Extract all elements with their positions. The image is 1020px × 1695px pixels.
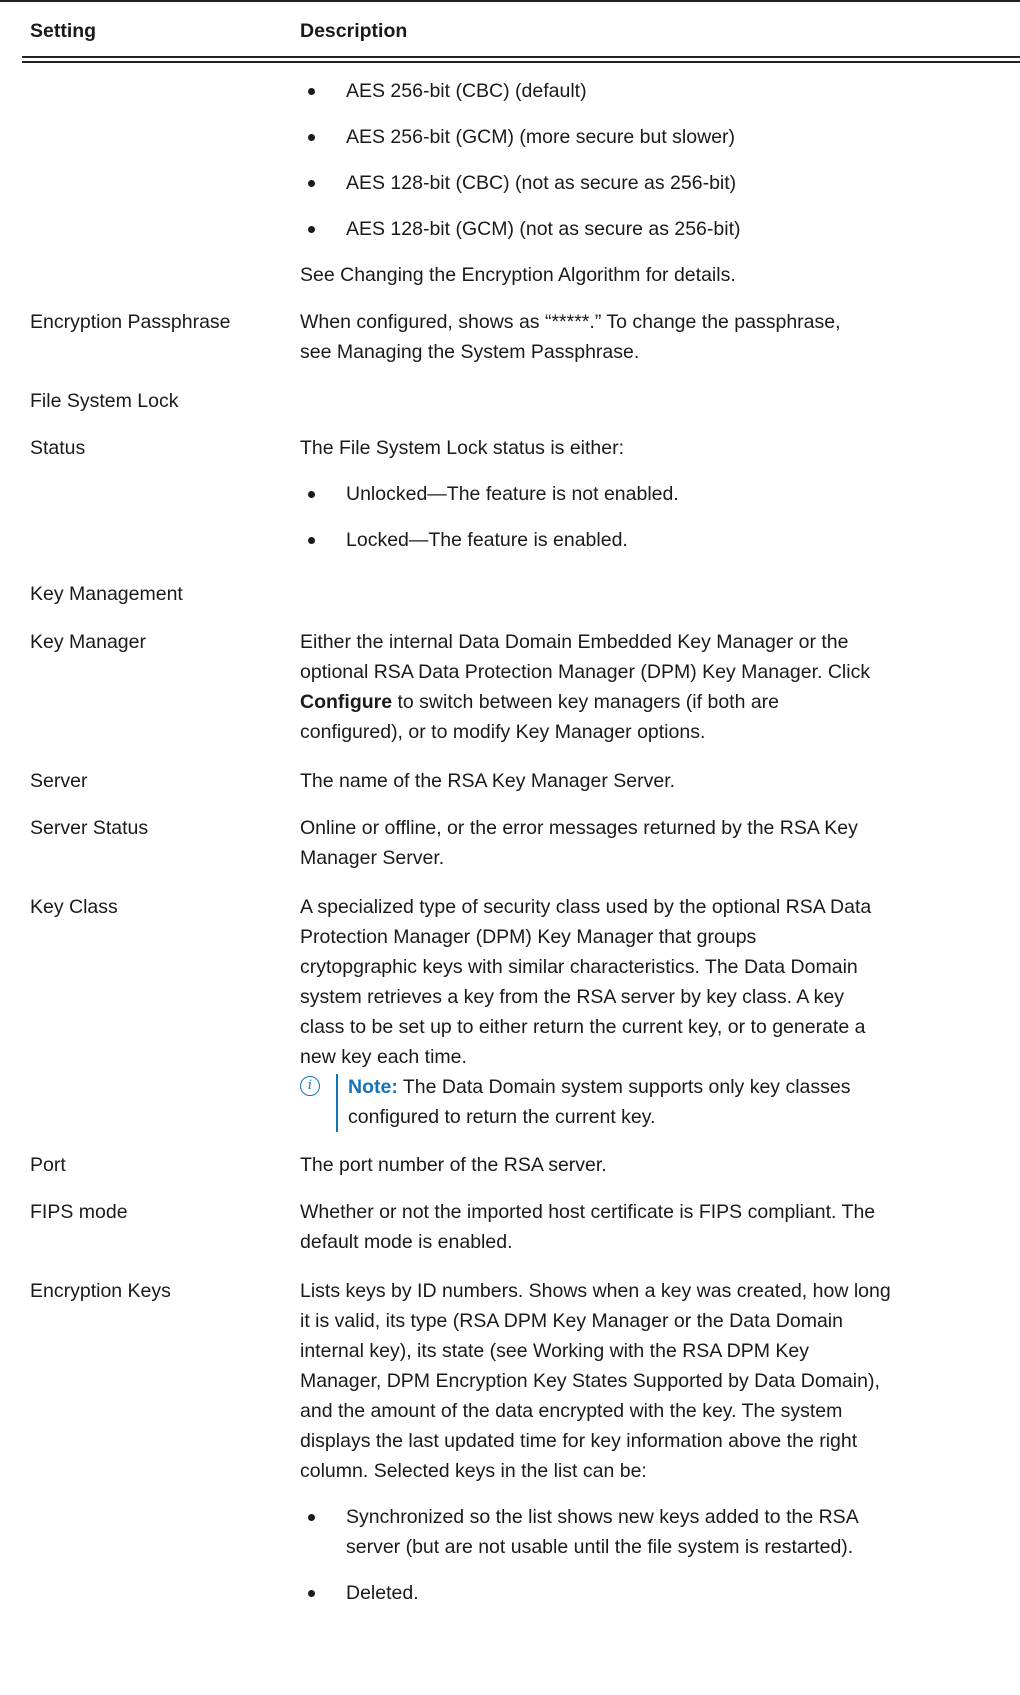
- description-cell: AES 256-bit (CBC) (default) AES 256-bit …: [300, 76, 1015, 290]
- setting-label: Encryption Keys: [30, 1280, 171, 1302]
- list-item: Locked—The feature is enabled.: [300, 525, 1015, 555]
- description-cell: The name of the RSA Key Manager Server.: [300, 766, 1015, 796]
- description-text: displays the last updated time for key i…: [300, 1430, 858, 1452]
- description-text: A specialized type of security class use…: [300, 896, 872, 918]
- note-bar: [336, 1074, 338, 1132]
- key-actions-list: Synchronized so the list shows new keys …: [300, 1502, 1015, 1608]
- description-text: internal key), its state (see Working wi…: [300, 1340, 809, 1362]
- description-text: Whether or not the imported host certifi…: [300, 1201, 876, 1223]
- list-item-text: server (but are not usable until the fil…: [346, 1536, 854, 1558]
- description-text: See Changing the Encryption Algorithm fo…: [300, 264, 736, 286]
- setting-label: Key Manager: [30, 631, 146, 653]
- note-text-line: The Data Domain system supports only key…: [397, 1076, 851, 1098]
- list-item: Deleted.: [300, 1578, 1015, 1608]
- list-item: Synchronized so the list shows new keys …: [300, 1502, 1015, 1578]
- description-text: default mode is enabled.: [300, 1231, 513, 1253]
- description-cell: The port number of the RSA server.: [300, 1150, 1015, 1180]
- description-text: Configure to switch between key managers…: [300, 687, 1015, 717]
- description-text: new key each time.: [300, 1046, 467, 1068]
- description-text: When configured, shows as “*****.” To ch…: [300, 311, 841, 333]
- description-text: Protection Manager (DPM) Key Manager tha…: [300, 926, 757, 948]
- description-text: optional RSA Data Protection Manager (DP…: [300, 661, 871, 683]
- list-item: AES 256-bit (CBC) (default): [300, 76, 1015, 122]
- description-text: The port number of the RSA server.: [300, 1154, 607, 1176]
- settings-table: Setting Description AES 256-bit (CBC) (d…: [0, 0, 1020, 1604]
- table-header: Setting Description: [0, 0, 1020, 66]
- setting-label: Port: [30, 1154, 66, 1176]
- description-text: and the amount of the data encrypted wit…: [300, 1400, 843, 1422]
- description-text: The name of the RSA Key Manager Server.: [300, 770, 676, 792]
- list-item: AES 128-bit (CBC) (not as secure as 256-…: [300, 168, 1015, 214]
- algorithm-list: AES 256-bit (CBC) (default) AES 256-bit …: [300, 76, 1015, 260]
- header-rule: [22, 56, 1020, 58]
- description-cell: Whether or not the imported host certifi…: [300, 1197, 1015, 1257]
- description-text: see Managing the System Passphrase.: [300, 341, 640, 363]
- description-text: Online or offline, or the error messages…: [300, 817, 858, 839]
- note-text-line: configured to return the current key.: [348, 1106, 656, 1128]
- setting-label: Key Class: [30, 896, 118, 918]
- setting-section-label: File System Lock: [30, 390, 179, 412]
- setting-section-label: Key Management: [30, 583, 183, 605]
- description-cell: Lists keys by ID numbers. Shows when a k…: [300, 1276, 1015, 1608]
- note-label: Note:: [348, 1076, 398, 1098]
- description-text: Manager Server.: [300, 847, 445, 869]
- description-cell: Either the internal Data Domain Embedded…: [300, 627, 1015, 747]
- configure-keyword: Configure: [300, 691, 393, 713]
- setting-label: Encryption Passphrase: [30, 311, 231, 333]
- description-text: column. Selected keys in the list can be…: [300, 1460, 647, 1482]
- description-text: Lists keys by ID numbers. Shows when a k…: [300, 1280, 891, 1302]
- description-cell: Online or offline, or the error messages…: [300, 813, 1015, 873]
- description-text: The File System Lock status is either:: [300, 437, 625, 459]
- description-text: Either the internal Data Domain Embedded…: [300, 631, 849, 653]
- header-description: Description: [300, 20, 408, 42]
- header-setting: Setting: [30, 20, 97, 42]
- description-text: configured), or to modify Key Manager op…: [300, 721, 706, 743]
- description-text: crytopgraphic keys with similar characte…: [300, 956, 858, 978]
- setting-label: Server: [30, 770, 88, 792]
- description-cell: A specialized type of security class use…: [300, 892, 1015, 1132]
- setting-label: Status: [30, 437, 86, 459]
- list-item: Unlocked—The feature is not enabled.: [300, 479, 1015, 525]
- setting-label: FIPS mode: [30, 1201, 128, 1223]
- header-rule-double: [22, 61, 1020, 63]
- status-list: Unlocked—The feature is not enabled. Loc…: [300, 479, 1015, 555]
- info-icon: i: [300, 1076, 320, 1096]
- list-item-text: Synchronized so the list shows new keys …: [346, 1506, 859, 1528]
- note-callout: i Note: The Data Domain system supports …: [300, 1072, 1015, 1132]
- setting-label: Server Status: [30, 817, 149, 839]
- description-text: Manager, DPM Encryption Key States Suppo…: [300, 1370, 880, 1392]
- description-text: system retrieves a key from the RSA serv…: [300, 986, 845, 1008]
- description-cell: When configured, shows as “*****.” To ch…: [300, 307, 1015, 367]
- description-text: to switch between key managers (if both …: [392, 691, 780, 713]
- description-text: it is valid, its type (RSA DPM Key Manag…: [300, 1310, 843, 1332]
- list-item: AES 256-bit (GCM) (more secure but slowe…: [300, 122, 1015, 168]
- description-cell: The File System Lock status is either: U…: [300, 433, 1015, 555]
- note-text: Note: The Data Domain system supports on…: [348, 1072, 1015, 1102]
- list-item: AES 128-bit (GCM) (not as secure as 256-…: [300, 214, 1015, 260]
- description-text: class to be set up to either return the …: [300, 1016, 866, 1038]
